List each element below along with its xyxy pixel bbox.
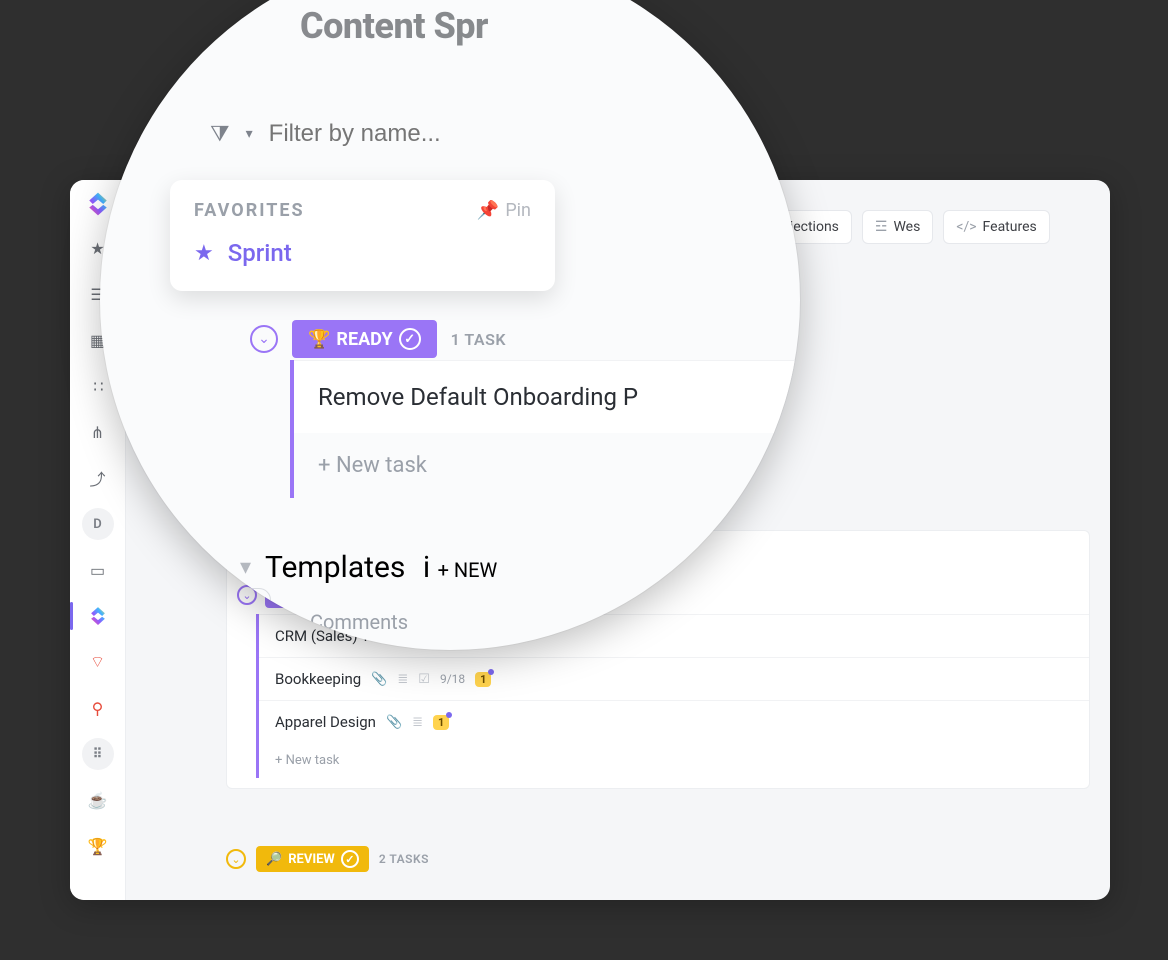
magnifier-lens: Content Spr ⧩ ▾ FAVORITES 📌 Pin ★ Sprint…: [100, 0, 800, 650]
tab-label: Wes: [893, 219, 920, 235]
attachment-icon: 📎: [386, 715, 402, 730]
checklist-count: 9/18: [440, 672, 465, 686]
rail-trophy-icon[interactable]: 🏆: [82, 830, 114, 862]
task-row[interactable]: Bookkeeping 📎 ≣ ☑ 9/18 1: [259, 657, 1089, 700]
star-icon: ★: [194, 241, 214, 266]
status-chip-ready[interactable]: 🏆 READY ✓: [292, 320, 437, 358]
task-title: Apparel Design: [275, 713, 376, 731]
section-header-zoom: ▾ Templates i + NEW: [240, 550, 497, 585]
attachment-icon: 📎: [371, 672, 387, 687]
collapse-toggle[interactable]: ⌄: [250, 325, 278, 353]
code-icon: </>: [956, 219, 976, 235]
trophy-icon: 🏆: [308, 329, 330, 350]
task-row[interactable]: Apparel Design 📎 ≣ 1: [259, 700, 1089, 743]
status-chip-review[interactable]: 🔎 REVIEW ✓: [256, 846, 369, 872]
rail-person-icon[interactable]: ⚲: [82, 692, 114, 724]
status-row-ready-zoom: ⌄ 🏆 READY ✓ 1 TASK: [250, 320, 506, 358]
comment-bubble-zoom[interactable]: 💬 1: [218, 588, 271, 612]
task-count: 1 TASK: [451, 330, 506, 349]
bubble-count: 1: [252, 592, 260, 608]
chevron-down-icon[interactable]: ▾: [246, 126, 253, 142]
favorites-panel: FAVORITES 📌 Pin ★ Sprint: [170, 180, 555, 291]
notification-badge: 1: [433, 715, 449, 730]
notification-badge: 1: [475, 672, 491, 687]
status-icon: ☲: [875, 219, 888, 235]
task-title: Remove Default Onboarding P: [318, 383, 638, 411]
tab-wes[interactable]: ☲ Wes: [862, 210, 933, 244]
section-title: Templates: [265, 550, 405, 585]
new-task-header[interactable]: + NEW: [438, 558, 498, 582]
filter-input[interactable]: [269, 120, 589, 148]
rail-mug-icon[interactable]: ☕: [82, 784, 114, 816]
new-task-button[interactable]: + New task: [294, 433, 800, 498]
description-icon: ≣: [397, 672, 408, 687]
filter-row: ⧩ ▾: [210, 120, 589, 148]
checklist-icon: ☑: [418, 672, 430, 687]
favorite-item[interactable]: ★ Sprint: [194, 239, 531, 267]
status-row-review: ⌄ 🔎 REVIEW ✓ 2 TASKS: [226, 846, 429, 872]
pin-icon: 📌: [477, 200, 499, 221]
task-count: 2 TASKS: [379, 852, 429, 866]
collapse-toggle[interactable]: ⌄: [226, 849, 246, 869]
magnifier-emoji-icon: 🔎: [266, 852, 282, 867]
page-title-peek: Content Spr: [300, 5, 488, 47]
status-chip-label: REVIEW: [288, 852, 335, 867]
status-chip-label: READY: [336, 329, 392, 350]
tab-features[interactable]: </> Features: [943, 210, 1049, 244]
check-ring-icon: ✓: [399, 328, 421, 350]
caret-down-icon[interactable]: ▾: [240, 555, 251, 580]
rail-group-icon[interactable]: ⠿: [82, 738, 114, 770]
pin-button[interactable]: 📌 Pin: [477, 200, 531, 221]
filter-icon[interactable]: ⧩: [210, 122, 230, 147]
info-icon[interactable]: i: [423, 550, 430, 585]
task-list-ready-zoom: Remove Default Onboarding P + New task: [290, 360, 800, 498]
favorite-label: Sprint: [228, 239, 292, 267]
pin-label: Pin: [505, 200, 531, 221]
check-ring-icon: ✓: [341, 850, 359, 868]
tab-label: Features: [983, 219, 1037, 235]
rail-wifi-icon[interactable]: ⌔: [82, 646, 114, 678]
favorites-label: FAVORITES: [194, 200, 305, 221]
task-title: Bookkeeping: [275, 670, 361, 688]
description-icon: ≣: [412, 715, 423, 730]
comments-label-partial: Comments: [310, 610, 408, 634]
new-task-button[interactable]: + New task: [259, 743, 1089, 778]
chat-icon: 💬: [229, 592, 246, 608]
task-row[interactable]: Remove Default Onboarding P: [294, 360, 800, 433]
